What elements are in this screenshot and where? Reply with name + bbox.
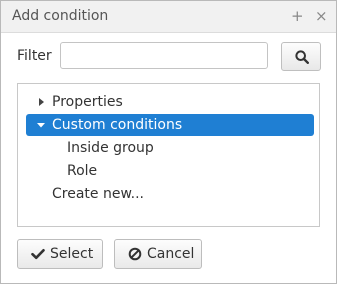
select-button-label: Select bbox=[50, 246, 94, 262]
close-icon[interactable]: × bbox=[315, 7, 328, 25]
tree-node-inside-group[interactable]: Inside group bbox=[26, 137, 314, 159]
tree-node-label: Custom conditions bbox=[52, 117, 183, 133]
tree-node-create-new[interactable]: Create new... bbox=[26, 183, 314, 205]
filter-input[interactable] bbox=[60, 42, 268, 69]
search-button[interactable] bbox=[281, 42, 321, 71]
select-button[interactable]: Select bbox=[17, 239, 103, 269]
caret-right-icon[interactable] bbox=[36, 91, 48, 113]
tree-node-label: Properties bbox=[52, 94, 123, 110]
tree-node-label: Create new... bbox=[52, 186, 144, 202]
checkmark-icon bbox=[31, 249, 45, 260]
add-condition-dialog: Add condition + × Filter Properties Cust… bbox=[0, 0, 337, 284]
cancel-button[interactable]: Cancel bbox=[114, 239, 202, 269]
search-icon bbox=[295, 50, 309, 64]
tree-node-label: Role bbox=[67, 163, 98, 179]
condition-tree: Properties Custom conditions Inside grou… bbox=[17, 83, 320, 227]
tree-node-custom-conditions[interactable]: Custom conditions bbox=[26, 114, 314, 136]
tree-node-properties[interactable]: Properties bbox=[26, 91, 314, 113]
maximize-icon[interactable]: + bbox=[291, 7, 304, 25]
dialog-title: Add condition bbox=[12, 8, 109, 24]
filter-label: Filter bbox=[17, 48, 52, 64]
cancel-button-label: Cancel bbox=[147, 246, 195, 262]
tree-node-label: Inside group bbox=[67, 140, 154, 156]
caret-down-icon[interactable] bbox=[35, 114, 47, 136]
tree-node-role[interactable]: Role bbox=[26, 160, 314, 182]
ban-icon bbox=[128, 247, 142, 261]
dialog-titlebar: Add condition + × bbox=[1, 1, 336, 33]
